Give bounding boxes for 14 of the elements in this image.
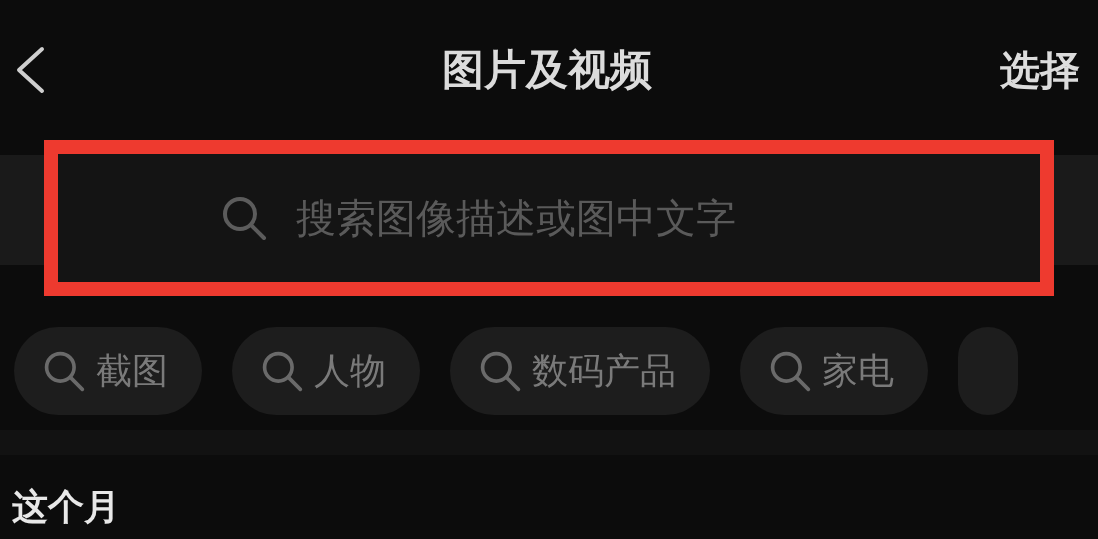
search-field[interactable]: 搜索图像描述或图中文字 [294, 194, 878, 242]
back-icon[interactable] [14, 46, 46, 94]
search-icon [768, 349, 812, 393]
filter-chip[interactable]: 截图 [14, 327, 202, 415]
search-icon [478, 349, 522, 393]
select-button[interactable]: 选择 [1000, 42, 1080, 98]
filter-chip[interactable]: 家电 [740, 327, 928, 415]
section-title: 这个月 [11, 485, 121, 529]
search-icon [220, 194, 268, 242]
filter-chip[interactable]: 人物 [232, 327, 420, 415]
search-icon [260, 349, 304, 393]
search-icon [42, 349, 86, 393]
page-title: 图片及视频 [442, 44, 652, 96]
filter-chip[interactable]: 数码产品 [450, 327, 710, 415]
